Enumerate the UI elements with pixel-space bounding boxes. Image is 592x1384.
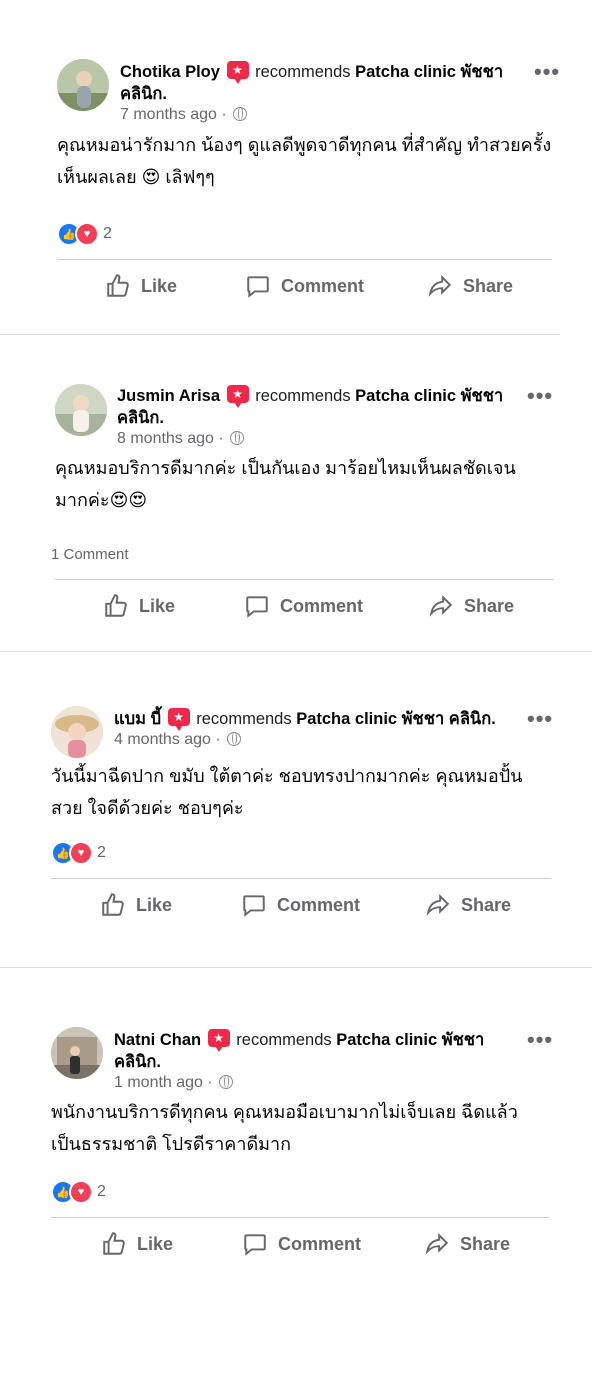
post-header: Natni Chan ★ recommends Patcha clinic พั… (114, 1029, 514, 1073)
share-icon (426, 893, 450, 916)
share-icon (425, 1232, 449, 1255)
post: Jusmin Arisa ★ recommends Patcha clinic … (0, 335, 592, 652)
post: แบม บี้ ★ recommends Patcha clinic พัชชา… (0, 652, 592, 968)
comment-button[interactable]: Comment (242, 1231, 361, 1257)
more-options-icon[interactable]: ••• (527, 1029, 553, 1051)
page-name[interactable]: Patcha clinic พัชชา (355, 387, 503, 405)
comment-count[interactable]: 1 Comment (51, 546, 129, 563)
recommends-verb: recommends (255, 387, 351, 405)
globe-icon (229, 431, 244, 445)
comment-icon (246, 596, 268, 618)
page-name[interactable]: Patcha clinic พัชชา คลินิก. (296, 710, 496, 728)
comment-icon (244, 1234, 266, 1256)
more-options-icon[interactable]: ••• (527, 385, 553, 407)
post-header: แบม บี้ ★ recommends Patcha clinic พัชชา… (114, 708, 534, 731)
author-name[interactable]: Natni Chan (114, 1031, 201, 1049)
thumbs-up-icon (105, 594, 127, 617)
share-icon (429, 594, 453, 617)
post-header: Chotika Ploy ★ recommends Patcha clinic … (120, 61, 520, 105)
more-options-icon[interactable]: ••• (527, 708, 553, 730)
post-time[interactable]: 7 months ago · (120, 105, 247, 125)
share-button[interactable]: Share (427, 273, 513, 299)
share-button[interactable]: Share (428, 593, 514, 619)
page-name[interactable]: Patcha clinic พัชชา (355, 63, 503, 81)
recommend-icon: ★ (226, 385, 249, 408)
post: Natni Chan ★ recommends Patcha clinic พั… (0, 968, 592, 1384)
comment-icon (247, 276, 269, 298)
post-header: Jusmin Arisa ★ recommends Patcha clinic … (117, 385, 517, 429)
recommends-verb: recommends (196, 710, 292, 728)
post-time[interactable]: 4 months ago · (114, 730, 241, 750)
post-text: วันนี้มาฉีดปาก ขมับ ใต้ตาค่ะ ชอบทรงปากมา… (51, 766, 523, 818)
comment-button[interactable]: Comment (245, 273, 364, 299)
recommend-icon: ★ (207, 1029, 230, 1052)
love-reaction-icon: ♥ (69, 841, 93, 865)
divider (55, 579, 554, 580)
comment-button[interactable]: Comment (244, 593, 363, 619)
comment-button[interactable]: Comment (241, 892, 360, 918)
page-name-cont[interactable]: คลินิก. (114, 1053, 161, 1071)
reaction-count: 2 (97, 1183, 106, 1200)
author-name[interactable]: Chotika Ploy (120, 63, 220, 81)
post-time[interactable]: 1 month ago · (114, 1073, 233, 1093)
post-time[interactable]: 8 months ago · (117, 429, 244, 449)
avatar[interactable] (57, 59, 109, 111)
recommends-verb: recommends (236, 1031, 332, 1049)
like-button[interactable]: Like (101, 1231, 173, 1257)
author-name[interactable]: Jusmin Arisa (117, 387, 220, 405)
post: Chotika Ploy ★ recommends Patcha clinic … (0, 0, 592, 335)
globe-icon (232, 107, 247, 121)
more-options-icon[interactable]: ••• (534, 61, 560, 83)
globe-icon (218, 1075, 233, 1089)
love-reaction-icon: ♥ (75, 222, 99, 246)
reactions[interactable]: 👍 ♥ 2 (51, 1180, 106, 1204)
reaction-count: 2 (103, 225, 112, 242)
reaction-count: 2 (97, 844, 106, 861)
avatar[interactable] (51, 1027, 103, 1079)
globe-icon (226, 732, 241, 746)
like-button[interactable]: Like (105, 273, 177, 299)
recommends-verb: recommends (255, 63, 351, 81)
thumbs-up-icon (102, 893, 124, 916)
post-text: คุณหมอน่ารักมาก น้องๆ ดูแลดีพูดจาดีทุกคน… (57, 135, 552, 187)
avatar[interactable] (55, 384, 107, 436)
page-name-cont[interactable]: คลินิก. (120, 85, 167, 103)
share-button[interactable]: Share (425, 892, 511, 918)
page-name-cont[interactable]: คลินิก. (117, 409, 164, 427)
like-button[interactable]: Like (103, 593, 175, 619)
like-button[interactable]: Like (100, 892, 172, 918)
divider (51, 1217, 549, 1218)
divider (51, 878, 551, 879)
recommend-icon: ★ (167, 708, 190, 731)
thumbs-up-icon (107, 274, 129, 297)
avatar[interactable] (51, 706, 103, 758)
love-reaction-icon: ♥ (69, 1180, 93, 1204)
share-icon (428, 274, 452, 297)
divider (57, 259, 552, 260)
page-name[interactable]: Patcha clinic พัชชา (336, 1031, 484, 1049)
reactions[interactable]: 👍 ♥ 2 (51, 841, 106, 865)
thumbs-up-icon (103, 1232, 125, 1255)
reactions[interactable]: 👍 ♥ 2 (57, 222, 112, 246)
post-text: คุณหมอบริการดีมากค่ะ เป็นกันเอง มาร้อยไห… (55, 458, 516, 510)
share-button[interactable]: Share (424, 1231, 510, 1257)
recommend-icon: ★ (226, 61, 249, 84)
post-text: พนักงานบริการดีทุกคน คุณหมอมือเบามากไม่เ… (51, 1102, 518, 1154)
author-name[interactable]: แบม บี้ (114, 710, 161, 728)
comment-icon (243, 895, 265, 917)
